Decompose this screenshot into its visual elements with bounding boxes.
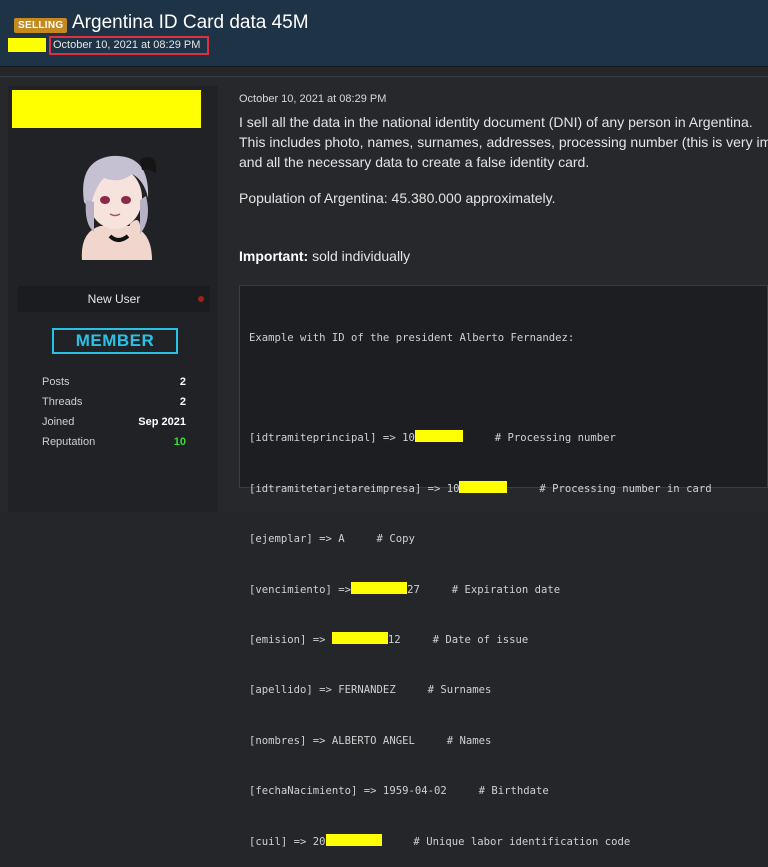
redacted-username xyxy=(12,90,201,128)
body-line: I sell all the data in the national iden… xyxy=(239,114,753,130)
stat-label: Posts xyxy=(42,376,70,388)
code-row: [idtramitetarjetareimpresa] => 10 # Proc… xyxy=(249,480,712,495)
stat-label: Joined xyxy=(42,416,75,428)
code-row: [vencimiento] => 27 # Expiration date xyxy=(249,581,561,596)
stat-label: Reputation xyxy=(42,436,96,448)
stat-posts: Posts 2 xyxy=(42,372,186,392)
stat-label: Threads xyxy=(42,396,83,408)
post-body: I sell all the data in the national iden… xyxy=(239,112,768,172)
selling-badge[interactable]: SELLING xyxy=(14,18,68,33)
population-line: Population of Argentina: 45.380.000 appr… xyxy=(239,190,556,206)
avatar[interactable] xyxy=(60,140,170,260)
body-line: This includes photo, names, surnames, ad… xyxy=(239,134,768,150)
stat-value[interactable]: 2 xyxy=(180,392,186,412)
stat-joined: Joined Sep 2021 xyxy=(42,412,186,432)
thread-date[interactable]: October 10, 2021 at 08:29 PM xyxy=(53,39,200,51)
code-row: [apellido] => FERNANDEZ # Surnames xyxy=(249,684,492,697)
code-header: Example with ID of the president Alberto… xyxy=(249,331,575,344)
body-line: and all the necessary data to create a f… xyxy=(239,154,590,170)
important-text: sold individually xyxy=(308,248,411,264)
important-line: Important: sold individually xyxy=(239,248,410,264)
redaction xyxy=(325,833,382,846)
code-row: [fechaNacimiento] => 1959-04-02 # Birthd… xyxy=(249,785,549,798)
offline-status-icon xyxy=(198,296,204,302)
author-stats: Posts 2 Threads 2 Joined Sep 2021 Reputa… xyxy=(42,372,186,452)
stat-threads: Threads 2 xyxy=(42,392,186,412)
code-content: Example with ID of the president Alberto… xyxy=(249,296,768,867)
redaction xyxy=(331,631,388,644)
code-row: [cuil] => 20 # Unique labor identificati… xyxy=(249,833,631,848)
important-label: Important: xyxy=(239,248,309,264)
stat-reputation: Reputation 10 xyxy=(42,432,186,452)
member-rank-badge: MEMBER xyxy=(52,328,178,354)
redaction xyxy=(459,480,508,493)
redaction xyxy=(351,581,408,594)
stat-value[interactable]: 2 xyxy=(180,372,186,392)
code-row: [ejemplar] => A # Copy xyxy=(249,533,415,546)
code-row: [nombres] => ALBERTO ANGEL # Names xyxy=(249,734,492,747)
redacted-author-name xyxy=(8,38,46,52)
redaction xyxy=(414,430,463,443)
user-role: New User xyxy=(87,292,141,306)
post-date[interactable]: October 10, 2021 at 08:29 PM xyxy=(239,93,386,105)
thread-title: Argentina ID Card data 45M xyxy=(72,12,309,33)
thread-header: SELLING Argentina ID Card data 45M Octob… xyxy=(0,0,768,67)
stat-value: Sep 2021 xyxy=(138,416,186,428)
code-row: [idtramiteprincipal] => 10 # Processing … xyxy=(249,430,616,445)
code-row: [emision] => 12 # Date of issue xyxy=(249,631,529,646)
stat-value[interactable]: 10 xyxy=(174,432,186,452)
